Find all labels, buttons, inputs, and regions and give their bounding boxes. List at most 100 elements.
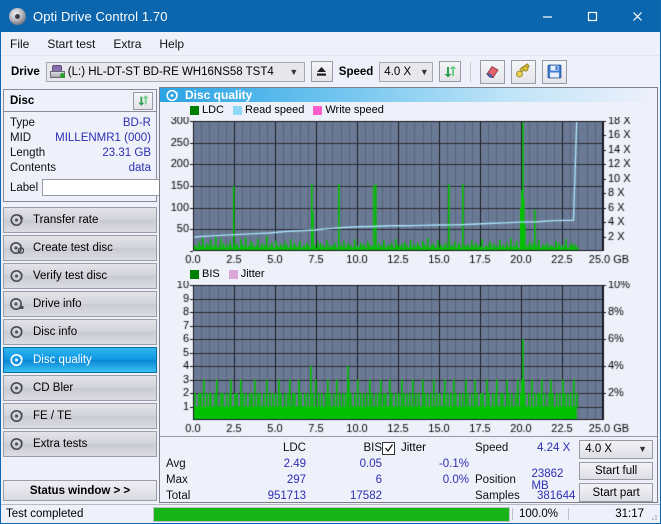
disc-row-contents-value: data xyxy=(128,161,151,174)
legend-swatch-write-speed xyxy=(313,105,323,115)
minimize-icon[interactable] xyxy=(525,1,570,32)
legend-swatch-bis xyxy=(190,269,199,279)
resize-grip-icon[interactable] xyxy=(648,511,658,521)
stats-header-row: LDC BIS xyxy=(166,440,382,456)
speed-select-value: 4.0 X xyxy=(384,65,412,78)
menu-file[interactable]: File xyxy=(10,35,38,53)
eraser-button[interactable] xyxy=(480,59,506,84)
stats-row-max: Max 297 6 xyxy=(166,472,382,488)
sidebar-item-drive-info[interactable]: Drive info xyxy=(3,291,157,317)
progress-fill xyxy=(154,507,509,521)
status-window-button[interactable]: Status window > > xyxy=(3,480,157,501)
bis-plot-canvas xyxy=(160,281,646,436)
refresh-button[interactable] xyxy=(439,61,462,82)
disc-row-mid-value: MILLENMR1 (000) xyxy=(55,131,151,144)
save-button[interactable] xyxy=(542,59,568,84)
disc-panel: Disc Type BD-R MID MILLENMR1 (000) Lengt… xyxy=(3,89,246,202)
legend-label-read-speed: Read speed xyxy=(245,104,305,116)
sidebar-nav: Transfer rate Create test disc Verify te… xyxy=(3,207,157,457)
bis-chart-legend: BIS Jitter xyxy=(160,267,657,281)
status-text: Test completed xyxy=(6,508,84,520)
window-controls xyxy=(525,1,660,32)
eject-button[interactable] xyxy=(310,61,333,82)
disc-verify-icon xyxy=(10,269,27,283)
disc-label-row: Label xyxy=(10,178,246,197)
title-bar: Opti Drive Control 1.70 xyxy=(1,1,660,32)
progress-bar xyxy=(153,506,510,522)
drive-icon xyxy=(49,65,65,78)
sidebar-item-extra-tests[interactable]: Extra tests xyxy=(3,431,157,457)
start-part-button[interactable]: Start part xyxy=(579,483,653,502)
disc-panel-header: Disc xyxy=(4,90,156,112)
stats-avg-bis: 0.05 xyxy=(359,458,382,470)
disc-row-mid-key: MID xyxy=(10,131,32,144)
maximize-icon[interactable] xyxy=(570,1,615,32)
legend-label-bis: BIS xyxy=(202,268,220,280)
disc-test-icon xyxy=(10,213,27,227)
app-disc-icon xyxy=(9,8,26,25)
stats-avg-ldc: 2.49 xyxy=(283,458,306,470)
chevron-down-icon: ▼ xyxy=(419,66,429,77)
drive-select-value: (L:) HL-DT-ST BD-RE WH16NS58 TST4 xyxy=(67,65,274,78)
panel-title: Disc quality xyxy=(185,88,253,102)
sidebar-label: Extra tests xyxy=(33,438,88,450)
sidebar-label: FE / TE xyxy=(33,410,72,422)
menu-extra[interactable]: Extra xyxy=(113,35,150,53)
sidebar-label: Drive info xyxy=(33,298,82,310)
sidebar-item-create-test-disc[interactable]: Create test disc xyxy=(3,235,157,261)
jitter-max: 0.0% xyxy=(442,474,469,486)
stats-header-bis: BIS xyxy=(363,442,382,454)
fe-te-icon xyxy=(10,409,27,423)
disc-row-type: Type BD-R xyxy=(10,115,151,130)
measure-samples-key: Samples xyxy=(475,490,520,502)
menu-help[interactable]: Help xyxy=(159,35,193,53)
legend-swatch-read-speed xyxy=(233,105,243,115)
close-icon[interactable] xyxy=(615,1,660,32)
legend-swatch-jitter xyxy=(228,269,238,279)
stats-total-bis: 17582 xyxy=(350,490,382,502)
test-speed-select[interactable]: 4.0 X ▼ xyxy=(579,440,653,459)
sidebar-item-transfer-rate[interactable]: Transfer rate xyxy=(3,207,157,233)
measurements-column: Speed 4.24 X Position 23862 MB Samples 3… xyxy=(475,440,579,502)
jitter-checkbox[interactable] xyxy=(382,441,395,455)
disc-quality-panel: Disc quality LDC Read speed Write speed xyxy=(159,87,658,503)
drive-info-icon xyxy=(10,297,27,311)
menu-start-test[interactable]: Start test xyxy=(47,35,104,53)
ldc-plot-wrap xyxy=(160,117,657,267)
speed-select[interactable]: 4.0 X ▼ xyxy=(379,61,434,82)
tools-button[interactable] xyxy=(511,59,537,84)
cd-bler-icon xyxy=(10,381,27,395)
disc-row-length: Length 23.31 GB xyxy=(10,145,151,160)
sidebar-item-disc-info[interactable]: Disc info xyxy=(3,319,157,345)
stats-row-avg: Avg 2.49 0.05 xyxy=(166,456,382,472)
sidebar-item-disc-quality[interactable]: Disc quality xyxy=(3,347,157,373)
sidebar-item-verify-test-disc[interactable]: Verify test disc xyxy=(3,263,157,289)
start-full-button[interactable]: Start full xyxy=(579,461,653,481)
sidebar-item-cd-bler[interactable]: CD Bler xyxy=(3,375,157,401)
disc-info-rows: Type BD-R MID MILLENMR1 (000) Length 23.… xyxy=(4,112,246,201)
app-window: Opti Drive Control 1.70 File Start test … xyxy=(0,0,661,524)
ldc-chart-legend: LDC Read speed Write speed xyxy=(160,103,657,117)
charts-area: LDC Read speed Write speed BIS Jitter xyxy=(160,102,657,436)
stats-row-label: Avg xyxy=(166,458,186,470)
toolbar: Drive (L:) HL-DT-ST BD-RE WH16NS58 TST4 … xyxy=(1,56,660,87)
disc-row-type-value: BD-R xyxy=(122,116,151,129)
sidebar-label: Disc info xyxy=(33,326,78,338)
drive-label: Drive xyxy=(11,65,40,78)
menu-bar: File Start test Extra Help xyxy=(1,32,660,56)
drive-select[interactable]: (L:) HL-DT-ST BD-RE WH16NS58 TST4 ▼ xyxy=(45,61,305,82)
stats-max-ldc: 297 xyxy=(286,474,306,486)
disc-row-type-key: Type xyxy=(10,116,35,129)
toolbar-separator xyxy=(470,61,472,82)
ldc-chart: LDC Read speed Write speed xyxy=(160,103,657,267)
test-speed-value: 4.0 X xyxy=(585,443,613,456)
speed-label: Speed xyxy=(338,65,374,78)
progress-percent-label: 100.0% xyxy=(512,508,568,520)
chevron-down-icon: ▼ xyxy=(289,66,299,77)
jitter-avg: -0.1% xyxy=(438,458,469,470)
disc-label-key: Label xyxy=(10,181,39,194)
disc-refresh-button[interactable] xyxy=(133,91,153,110)
bis-chart: BIS Jitter xyxy=(160,267,657,436)
sidebar-item-fe-te[interactable]: FE / TE xyxy=(3,403,157,429)
